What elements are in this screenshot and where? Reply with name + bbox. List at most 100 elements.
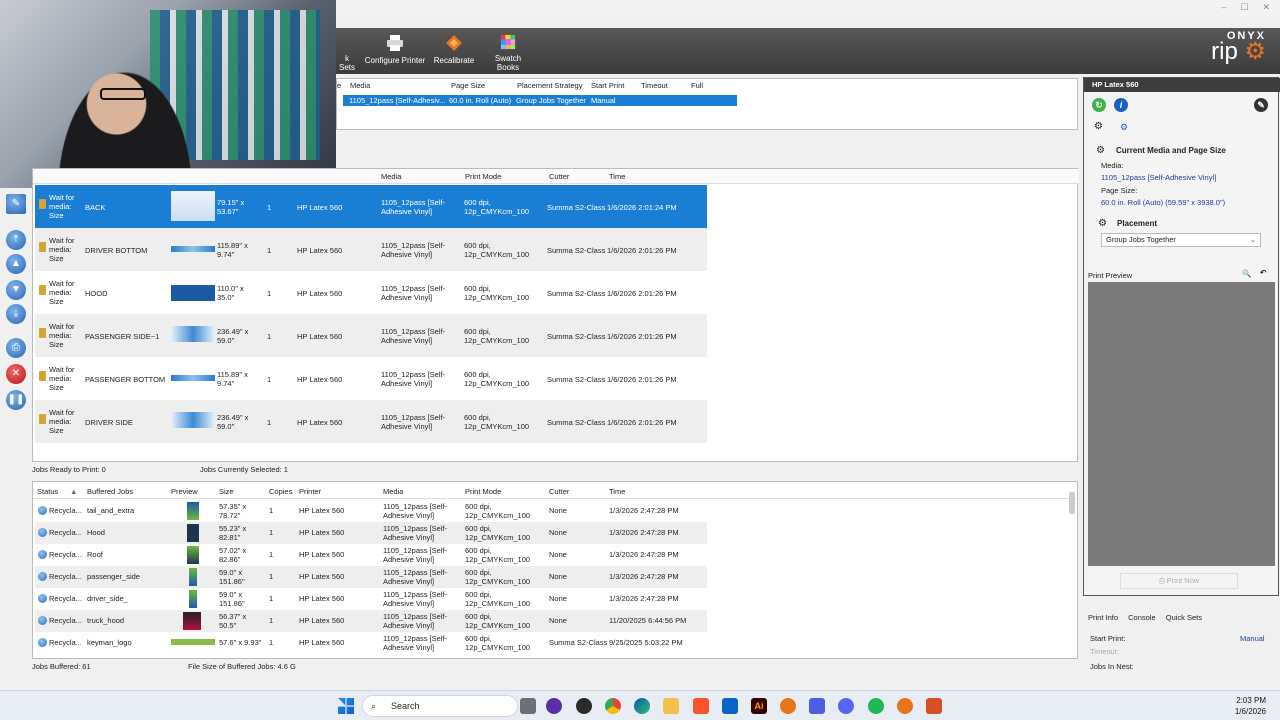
brave-icon[interactable] [693,698,709,714]
minimize-button[interactable]: – [1221,2,1226,13]
buf-time: 1/3/2026 2:47:28 PM [609,550,679,559]
setup-col-start-print[interactable]: Start Print [591,79,624,93]
configure-printer-button[interactable]: Configure Printer [364,34,426,72]
swatch-books-button[interactable]: Swatch Books [484,34,532,72]
edit-printer-icon[interactable]: ✎ [1254,98,1268,112]
maximize-button[interactable]: ☐ [1240,2,1248,13]
buf-size: 57.02" x 82.86" [219,546,247,564]
queue-row[interactable]: Wait for media: Size BACK 79.15" x 53.67… [35,185,707,228]
move-down-icon[interactable]: ▼ [6,280,26,300]
recalibrate-button[interactable]: Recalibrate [432,34,476,72]
buf-col-printer[interactable]: Printer [299,487,321,496]
windows-start-icon[interactable] [338,698,354,714]
page-size-link[interactable]: 60.0 in. Roll (Auto) (59.59" x 3938.0") [1101,198,1225,207]
illustrator-icon[interactable]: Ai [751,698,767,714]
queue-row[interactable]: Wait for media: Size PASSENGER SIDE~1 23… [35,314,707,357]
outlook-icon[interactable] [722,698,738,714]
job-cutter: Summa S2-Class [547,203,606,212]
buffered-row[interactable]: Recycla... driver_side_ 59.0" x 151.86" … [35,588,707,610]
info-icon[interactable]: i [1114,98,1128,112]
buffered-row[interactable]: Recycla... keyman_logo 57.6" x 9.93" 1 H… [35,632,707,654]
buf-col-name[interactable]: Buffered Jobs [87,487,133,496]
buf-col-media[interactable]: Media [383,487,403,496]
file-explorer-icon[interactable] [663,698,679,714]
setup-col-placement[interactable]: Placement Strategy [517,79,582,93]
refresh-preview-icon[interactable]: ↶ [1260,268,1266,277]
media-section-title: Current Media and Page Size [1116,146,1226,155]
discord-icon[interactable] [838,698,854,714]
job-name: PASSENGER SIDE~1 [85,332,160,341]
tab-console[interactable]: Console [1128,613,1156,622]
buffered-row[interactable]: Recycla... Roof 57.02" x 82.86" 1 HP Lat… [35,544,707,566]
app-icon-4[interactable] [926,698,942,714]
buf-col-status[interactable]: Status [37,487,58,496]
queue-row[interactable]: Wait for media: Size DRIVER SIDE 236.49"… [35,400,707,443]
job-preview [171,326,215,342]
tab-print-info[interactable]: Print Info [1088,613,1118,622]
setup-col-partial[interactable]: e [337,79,341,93]
taskbar-clock[interactable]: 2:03 PM 1/6/2026 [1235,695,1266,717]
zoom-icon[interactable]: 🔍 [1242,269,1251,278]
app-icon-3[interactable] [809,698,825,714]
job-size: 236.49" x 59.0" [217,327,249,345]
buf-col-print-mode[interactable]: Print Mode [465,487,501,496]
queue-row[interactable]: Wait for media: Size PASSENGER BOTTOM 11… [35,357,707,400]
queue-col-time[interactable]: Time [609,172,625,181]
swatch-icon [500,34,516,50]
spotify-icon[interactable] [868,698,884,714]
buf-col-cutter[interactable]: Cutter [549,487,569,496]
printer-online-icon[interactable]: ↻ [1092,98,1106,112]
edit-job-icon[interactable]: ✎ [6,194,26,214]
buf-time: 1/3/2026 2:47:28 PM [609,572,679,581]
close-button[interactable]: ✕ [1262,2,1270,13]
buf-col-preview[interactable]: Preview [171,487,198,496]
taskbar-search[interactable]: ⌕ Search [362,695,518,717]
onyx-icon-2[interactable] [897,698,913,714]
buf-copies: 1 [269,638,274,647]
buf-col-size[interactable]: Size [219,487,234,496]
buf-col-time[interactable]: Time [609,487,625,496]
media-value-link[interactable]: 1105_12pass [Self-Adhesive Vinyl] [1101,173,1216,182]
pause-job-icon[interactable]: ❚❚ [6,390,26,410]
queue-col-print-mode[interactable]: Print Mode [465,172,501,181]
app-icon-2[interactable] [576,698,592,714]
job-status: Wait for media: Size [49,279,75,306]
print-now-button[interactable]: ⎙ Print Now [1120,573,1238,589]
buf-preview [183,612,201,630]
setup-col-timeout[interactable]: Timeout [641,79,668,93]
task-view-icon[interactable] [520,698,536,714]
move-up-icon[interactable]: ▲ [6,254,26,274]
quick-sets-button[interactable]: k Sets [336,34,358,72]
move-top-icon[interactable]: ⤒ [6,230,26,250]
queue-row[interactable]: Wait for media: Size HOOD 110.0" x 35.0"… [35,271,707,314]
buffered-row[interactable]: Recycla... truck_hood 56.37" x 50.5" 1 H… [35,610,707,632]
setup-row-selected[interactable]: 1105_12pass [Self-Adhesiv... 60.0 in. Ro… [343,95,737,106]
app-icon-1[interactable] [546,698,562,714]
onyx-icon[interactable] [780,698,796,714]
buf-col-copies[interactable]: Copies [269,487,292,496]
buffered-row[interactable]: Recycla... tail_and_extra 57.35" x 78.72… [35,500,707,522]
queue-col-media[interactable]: Media [381,172,401,181]
buffered-row[interactable]: Recycla... passenger_side 59.0" x 151.86… [35,566,707,588]
setup-col-page-size[interactable]: Page Size [451,79,485,93]
buffered-row[interactable]: Recycla... Hood 55.23" x 82.81" 1 HP Lat… [35,522,707,544]
settings-tab-icon[interactable]: ⚙ [1094,121,1103,132]
buf-cutter: None [549,528,567,537]
setup-col-media[interactable]: Media [350,79,370,93]
queue-row[interactable]: Wait for media: Size DRIVER BOTTOM 115.8… [35,228,707,271]
edge-icon[interactable] [634,698,650,714]
buf-printer: HP Latex 560 [299,594,345,603]
tab-quick-sets[interactable]: Quick Sets [1166,613,1202,622]
buffered-scrollbar[interactable] [1069,492,1075,514]
webcam-person [40,40,210,188]
move-bottom-icon[interactable]: ⤓ [6,304,26,324]
setup-col-full[interactable]: Full [691,79,703,93]
start-print-value[interactable]: Manual [1240,634,1265,643]
buf-preview [189,590,197,608]
queue-col-cutter[interactable]: Cutter [549,172,569,181]
print-job-icon[interactable]: ⎙ [6,338,26,358]
placement-dropdown[interactable]: Group Jobs Together ⌄ [1101,233,1261,247]
chrome-icon[interactable] [605,698,621,714]
queue-info-tab-icon[interactable]: ⚙ [1120,122,1128,133]
delete-job-icon[interactable]: ✕ [6,364,26,384]
